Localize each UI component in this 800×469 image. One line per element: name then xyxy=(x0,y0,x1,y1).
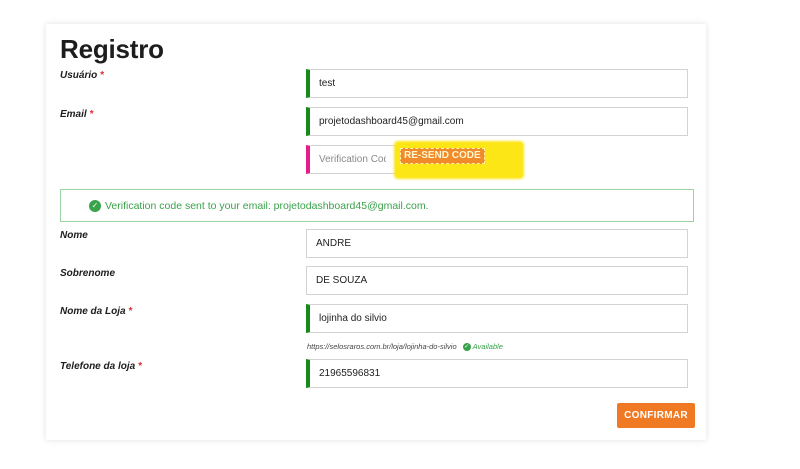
required-mark: * xyxy=(89,109,94,120)
loja-label: Nome da Loja * xyxy=(60,306,133,317)
check-circle-icon: ✓ xyxy=(89,199,101,212)
check-circle-icon: ✓ xyxy=(462,342,471,351)
store-url: https://selosraros.com.br/loja/lojinha-d… xyxy=(307,342,457,351)
resend-code-button[interactable]: RE-SEND CODE xyxy=(400,148,485,164)
required-mark: * xyxy=(100,70,105,81)
nome-label: Nome xyxy=(60,230,88,241)
sobrenome-input[interactable] xyxy=(306,266,688,295)
required-mark: * xyxy=(138,361,143,372)
verification-alert: ✓ Verification code sent to your email: … xyxy=(60,189,694,222)
usuario-input[interactable] xyxy=(306,69,688,98)
email-input[interactable] xyxy=(306,107,688,136)
email-label: Email * xyxy=(60,109,94,120)
loja-input[interactable] xyxy=(306,304,688,333)
required-mark: * xyxy=(128,306,133,317)
availability-badge: ✓ Available xyxy=(462,342,503,351)
alert-message: Verification code sent to your email: pr… xyxy=(105,199,429,212)
usuario-label: Usuário * xyxy=(60,70,105,81)
verification-code-input[interactable] xyxy=(306,145,396,174)
telefone-input[interactable] xyxy=(306,359,688,388)
nome-input[interactable] xyxy=(306,229,688,258)
confirm-button[interactable]: CONFIRMAR xyxy=(617,403,695,428)
telefone-label: Telefone da loja * xyxy=(60,361,143,372)
sobrenome-label: Sobrenome xyxy=(60,268,116,279)
page-title: Registro xyxy=(60,34,164,64)
store-url-row: https://selosraros.com.br/loja/lojinha-d… xyxy=(307,342,503,351)
